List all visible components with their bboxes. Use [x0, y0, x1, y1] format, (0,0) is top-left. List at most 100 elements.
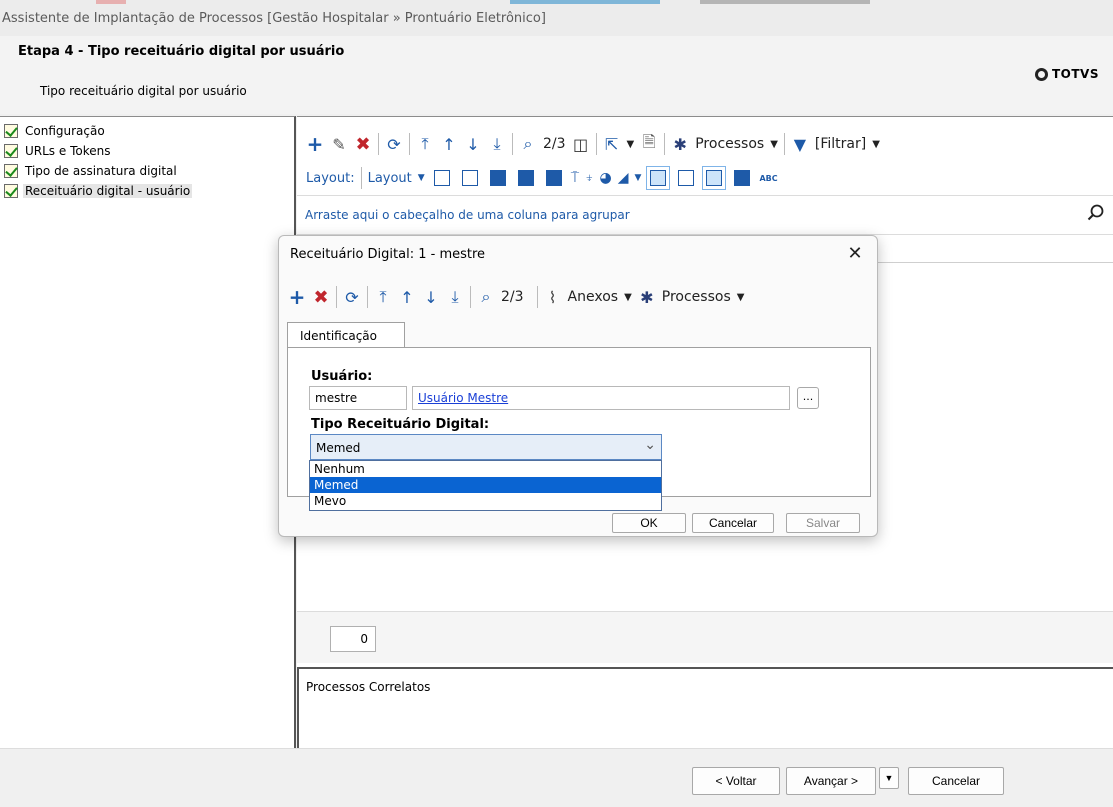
usuario-name-link[interactable]: Usuário Mestre [418, 391, 508, 405]
chevron-down-icon[interactable]: ▼ [632, 173, 645, 183]
receituario-dialog: Receituário Digital: 1 - mestre ✕ + ✖ ⟳ … [278, 235, 878, 537]
gear-icon: ✱ [640, 287, 654, 307]
refresh-icon[interactable]: ⟳ [340, 285, 364, 309]
refresh-icon[interactable]: ⟳ [382, 132, 406, 156]
step-item-tipo-assinatura[interactable]: Tipo de assinatura digital [4, 163, 179, 179]
dialog-toolbar: + ✖ ⟳ ⤒ ↑ ↓ ⤓ ⌕ 2/3 ⌇ Anexos ▼ ✱ Process… [285, 284, 747, 310]
pin-bottom-icon[interactable]: ⍖ [582, 170, 596, 186]
split-view-icon[interactable] [678, 170, 695, 186]
insert-row-icon[interactable] [489, 170, 506, 186]
search-icon[interactable] [1087, 204, 1105, 222]
spellcheck-icon[interactable]: ABC [756, 174, 780, 183]
usuario-code-field[interactable]: mestre [309, 386, 407, 410]
taskbar-decoration [96, 0, 126, 4]
chevron-down-icon[interactable]: ▼ [621, 292, 635, 303]
taskbar-decoration [510, 0, 660, 4]
main-toolbar: + ✎ ✖ ⟳ ⤒ ↑ ↓ ⤓ ⌕ 2/3 ◫ ⇱ ▼ 🗎 ✱ Processo… [303, 131, 883, 157]
add-icon[interactable]: + [303, 132, 327, 156]
back-button[interactable]: < Voltar [692, 767, 780, 795]
record-position: 2/3 [501, 289, 524, 305]
toolbar-separator [536, 286, 538, 308]
last-record-icon[interactable]: ⤓ [485, 132, 509, 156]
checkbox-checked-icon [4, 144, 18, 158]
usuario-name-field[interactable]: Usuário Mestre [412, 386, 790, 410]
processos-menu[interactable]: Processos [692, 136, 767, 152]
tipo-receituario-label: Tipo Receituário Digital: [311, 417, 490, 432]
ok-button[interactable]: OK [612, 513, 686, 533]
related-processes-panel: Processos Correlatos [297, 667, 1113, 749]
wizard-header: Etapa 4 - Tipo receituário digital por u… [0, 36, 1113, 114]
option-nenhum[interactable]: Nenhum [310, 461, 661, 477]
next-record-icon[interactable]: ↓ [461, 132, 485, 156]
lookup-button[interactable]: ... [797, 387, 819, 409]
chart-icon[interactable]: ◢ [615, 170, 632, 186]
step-item-configuracao[interactable]: Configuração [4, 123, 107, 139]
layout-menu[interactable]: Layout [365, 171, 415, 186]
record-position: 2/3 [543, 136, 566, 152]
chevron-down-icon[interactable]: ▼ [734, 292, 748, 303]
page-title: Etapa 4 - Tipo receituário digital por u… [18, 44, 345, 59]
toolbar-separator [783, 133, 785, 155]
chevron-down-icon[interactable]: ▼ [869, 139, 883, 150]
chevron-down-icon[interactable]: ▼ [415, 173, 428, 183]
option-memed[interactable]: Memed [310, 477, 661, 493]
export-icon[interactable]: ⇱ [600, 132, 624, 156]
edit-icon[interactable]: ✎ [327, 132, 351, 156]
processos-menu[interactable]: Processos [659, 289, 734, 305]
tipo-receituario-value: Memed [316, 441, 361, 455]
last-record-icon[interactable]: ⤓ [443, 285, 467, 309]
chevron-down-icon: ▼ [884, 773, 894, 783]
dialog-title: Receituário Digital: 1 - mestre [290, 247, 486, 262]
layout-toolbar: Layout: Layout ▼ ⍑ ⍖ ◕ ◢ ▼ ABC [303, 165, 781, 191]
usuario-label: Usuário: [311, 369, 373, 384]
move-down-icon[interactable] [545, 170, 562, 186]
save-button[interactable]: Salvar [786, 513, 860, 533]
chevron-down-icon[interactable]: ▼ [767, 139, 781, 150]
first-record-icon[interactable]: ⤒ [413, 132, 437, 156]
next-options-button[interactable]: ▼ [879, 767, 899, 789]
option-mevo[interactable]: Mevo [310, 493, 661, 509]
dialog-cancel-button[interactable]: Cancelar [692, 513, 774, 533]
next-record-icon[interactable]: ↓ [419, 285, 443, 309]
step-item-receituario-usuario[interactable]: Receituário digital - usuário [4, 183, 193, 199]
layout-label: Layout: [306, 170, 355, 186]
taskbar-decoration [700, 0, 870, 4]
search-icon[interactable]: ⌕ [474, 285, 498, 309]
footer-view-icon[interactable] [646, 166, 671, 190]
step-label: Configuração [25, 124, 105, 138]
add-column-icon[interactable] [433, 170, 450, 186]
color-icon[interactable]: ◕ [597, 170, 615, 186]
totvs-logo-icon [1034, 67, 1048, 81]
toolbar-separator [360, 167, 362, 189]
previous-record-icon[interactable]: ↑ [437, 132, 461, 156]
paperclip-icon: ⌇ [548, 287, 557, 307]
filter-menu[interactable]: [Filtrar] [812, 136, 869, 152]
step-item-urls-tokens[interactable]: URLs e Tokens [4, 143, 112, 159]
next-button[interactable]: Avançar > [786, 767, 876, 795]
search-icon[interactable]: ⌕ [516, 132, 540, 156]
chevron-down-icon[interactable]: ▼ [624, 139, 638, 150]
columns-icon[interactable]: ◫ [569, 132, 593, 156]
move-up-icon[interactable] [517, 170, 534, 186]
window-title: Assistente de Implantação de Processos [… [2, 11, 546, 26]
pin-top-icon[interactable]: ⍑ [568, 170, 582, 186]
tipo-receituario-select[interactable]: Memed ⌄ [310, 434, 662, 460]
remove-column-icon[interactable] [461, 170, 478, 186]
delete-icon[interactable]: ✖ [351, 132, 375, 156]
tab-identificacao[interactable]: Identificação [287, 322, 405, 349]
cancel-button[interactable]: Cancelar [908, 767, 1004, 795]
previous-record-icon[interactable]: ↑ [395, 285, 419, 309]
anexos-menu[interactable]: Anexos [565, 289, 622, 305]
first-record-icon[interactable]: ⤒ [371, 285, 395, 309]
group-by-bar[interactable]: Arraste aqui o cabeçalho de uma coluna p… [297, 195, 1113, 235]
add-icon[interactable]: + [285, 285, 309, 309]
wizard-footer: < Voltar Avançar > ▼ Cancelar [0, 748, 1113, 807]
toolbar-separator [378, 133, 379, 155]
document-icon[interactable]: 🗎 [637, 132, 661, 156]
compact-view-icon[interactable] [734, 170, 751, 186]
step-label: Tipo de assinatura digital [25, 164, 177, 178]
delete-icon[interactable]: ✖ [309, 285, 333, 309]
close-icon[interactable]: ✕ [845, 243, 865, 264]
header-view-icon[interactable] [702, 166, 727, 190]
toolbar-separator [470, 286, 471, 308]
